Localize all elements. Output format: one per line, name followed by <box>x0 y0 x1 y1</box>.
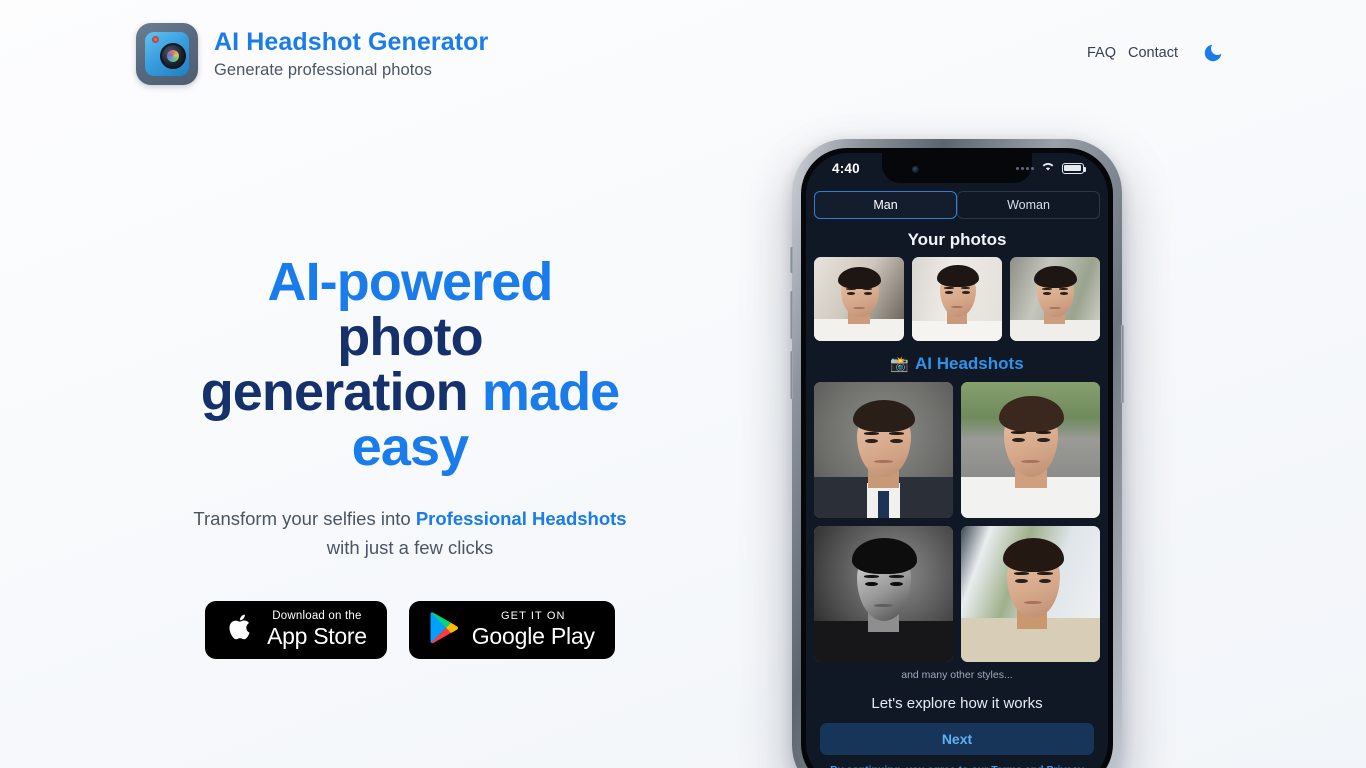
user-photo-1[interactable] <box>814 257 904 341</box>
ai-photo-2[interactable] <box>961 382 1100 518</box>
ai-photos-grid <box>814 382 1100 662</box>
app-store-big-label: App Store <box>267 623 367 650</box>
subtitle-before: Transform your selfies into <box>193 508 416 530</box>
volume-down-button <box>790 351 793 399</box>
google-play-small-label: GET IT ON <box>501 610 566 623</box>
cellular-dots-icon <box>1016 166 1034 170</box>
camera-app-icon <box>136 23 198 85</box>
app-store-small-label: Download on the <box>272 609 362 622</box>
subtitle-highlight: Professional Headshots <box>415 508 627 530</box>
app-store-button[interactable]: Download on the App Store <box>205 600 387 659</box>
terms-disclaimer: By continuing, you agree to our Terms an… <box>814 764 1100 768</box>
store-badges: Download on the App Store GET IT ON Goog… <box>0 600 820 659</box>
user-photo-2[interactable] <box>912 257 1002 341</box>
silent-switch <box>790 247 793 273</box>
page-title: AI Headshot Generator <box>214 28 489 57</box>
battery-icon <box>1062 162 1087 174</box>
user-photos-row <box>814 257 1100 341</box>
headline-line-1: AI-powered <box>267 252 553 312</box>
camera-flash-emoji-icon: 📸 <box>890 356 910 373</box>
tab-woman[interactable]: Woman <box>957 191 1100 219</box>
hero-subtitle: Transform your selfies into Professional… <box>175 505 645 562</box>
tab-man[interactable]: Man <box>814 191 957 219</box>
brand-block[interactable]: AI Headshot Generator Generate professio… <box>136 23 488 85</box>
main-nav: FAQ Contact <box>1087 42 1366 64</box>
nav-link-faq[interactable]: FAQ <box>1087 45 1116 61</box>
moon-icon[interactable] <box>1202 42 1224 64</box>
ai-headshots-heading: 📸 AI Headshots <box>814 354 1100 374</box>
app-content: Man Woman Your photos 📸 AI Headshots and… <box>806 183 1108 768</box>
headline-line-2: photo <box>337 307 483 368</box>
ai-photo-3[interactable] <box>814 526 953 662</box>
google-play-button[interactable]: GET IT ON Google Play <box>408 600 615 659</box>
nav-link-contact[interactable]: Contact <box>1128 45 1178 61</box>
ai-photo-1[interactable] <box>814 382 953 518</box>
hero-headline: AI-powered photo generation made easy <box>100 252 720 478</box>
wifi-icon <box>1040 159 1056 177</box>
apple-logo-icon <box>225 612 255 647</box>
phone-screen: 4:40 Man Woman Your photos 📸 AI Headshot… <box>806 153 1108 768</box>
phone-mockup: 4:40 Man Woman Your photos 📸 AI Headshot… <box>790 139 1124 768</box>
hero-section: AI-powered photo generation made easy Tr… <box>0 252 820 659</box>
subtitle-after: with just a few clicks <box>326 536 494 558</box>
ai-headshots-label: AI Headshots <box>915 354 1024 373</box>
volume-up-button <box>790 291 793 339</box>
headline-line-3-blue: made <box>481 362 620 423</box>
explore-text: Let's explore how it works <box>871 695 1043 712</box>
gender-segmented-control: Man Woman <box>814 191 1100 219</box>
ai-photo-4[interactable] <box>961 526 1100 662</box>
terms-link[interactable]: Terms <box>991 764 1022 768</box>
your-photos-title: Your photos <box>907 230 1007 249</box>
next-button[interactable]: Next <box>820 723 1094 755</box>
user-photo-3[interactable] <box>1010 257 1100 341</box>
headline-line-4: easy <box>351 417 469 478</box>
terms-middle: and <box>1022 764 1047 768</box>
headline-line-3-dark: generation <box>200 362 482 423</box>
styles-note: and many other styles... <box>901 669 1013 681</box>
google-play-big-label: Google Play <box>471 623 595 650</box>
status-bar: 4:40 <box>806 153 1108 183</box>
power-button <box>1121 325 1124 403</box>
status-time: 4:40 <box>832 160 860 176</box>
google-play-icon <box>429 611 460 649</box>
brand-subtitle: Generate professional photos <box>214 60 432 79</box>
site-header: AI Headshot Generator Generate professio… <box>0 0 1366 108</box>
terms-before: By continuing, you agree to our <box>830 764 991 768</box>
